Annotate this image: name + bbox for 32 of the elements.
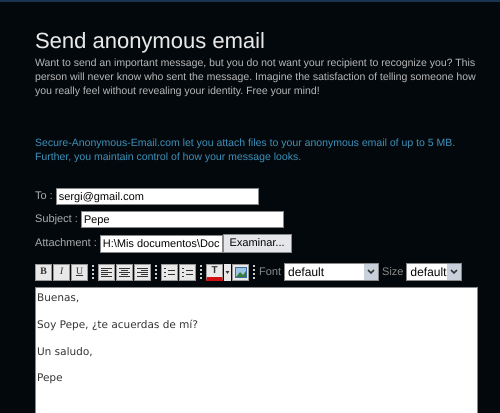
align-left-icon[interactable]	[98, 264, 115, 280]
font-dropdown[interactable]: default	[284, 263, 380, 281]
field-label: Attachment :	[35, 236, 97, 252]
message-line: Un saludo,	[37, 344, 94, 360]
attachment-note: Secure-Anonymous-Email.com let you attach files to your anonymous email of up to 5 MB. Further, you maintain control of how your message looks.	[35, 136, 456, 164]
numbered-list-icon[interactable]	[161, 264, 178, 280]
message-editor[interactable]: Buenas, Soy Pepe, ¿te acuerdas de mí? Un saludo, Pepe	[35, 287, 478, 413]
bullet-list-icon[interactable]	[179, 264, 196, 280]
text-field[interactable]: sergi@gmail.com	[56, 188, 259, 205]
field-label: To :	[35, 189, 53, 204]
message-line: Pepe	[37, 371, 64, 386]
italic-button[interactable]: I	[53, 264, 70, 280]
message-line: Buenas,	[37, 291, 80, 306]
bold-button[interactable]: B	[35, 264, 52, 280]
intro-paragraph: Want to send an important message, but you do not want your recipient to recognize you? This person will never know who sent the message. Imagine the satisfaction of telling someone how you really feel without revealing your identity. Free your mind!	[35, 56, 477, 98]
page-title: Send anonymous email	[35, 28, 266, 54]
align-right-icon[interactable]	[134, 264, 151, 280]
text-color-button[interactable]: T	[206, 264, 223, 280]
caret-icon	[364, 264, 378, 280]
caret-icon	[224, 264, 231, 280]
size-dropdown[interactable]: default	[406, 263, 462, 281]
file-field[interactable]: H:\Mis documentos\Doc	[100, 234, 223, 252]
size-label: Size	[382, 264, 404, 280]
field-label: Subject :	[35, 212, 78, 228]
text-field[interactable]: Pepe	[80, 211, 284, 228]
browse-button[interactable]: Examinar...	[222, 234, 292, 253]
message-line: Soy Pepe, ¿te acuerdas de mí?	[37, 318, 199, 333]
align-center-icon[interactable]	[116, 264, 133, 280]
image-icon[interactable]	[232, 264, 249, 280]
underline-button[interactable]: U	[71, 264, 88, 280]
font-label: Font	[259, 264, 282, 280]
caret-icon	[447, 264, 462, 280]
